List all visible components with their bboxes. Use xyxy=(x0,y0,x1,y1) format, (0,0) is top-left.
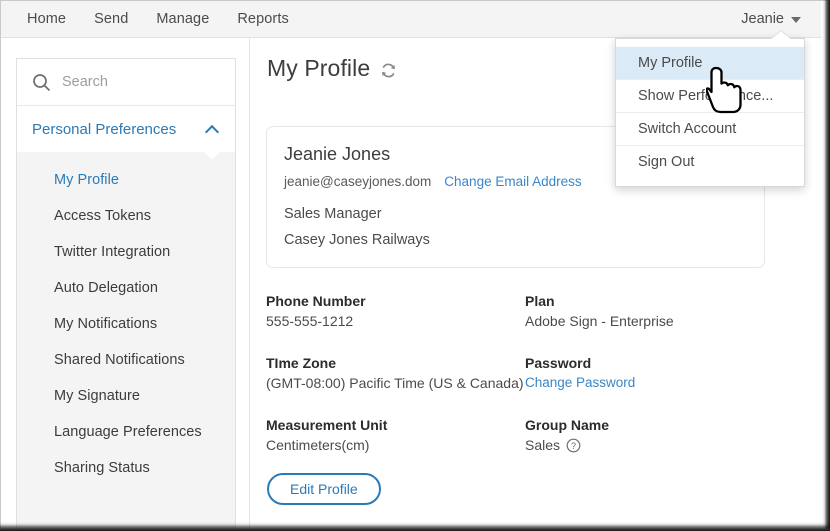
user-menu-arrow-icon xyxy=(770,31,792,40)
sidebar-item-my-signature[interactable]: My Signature xyxy=(17,378,235,414)
user-menu-trigger[interactable]: Jeanie xyxy=(741,11,801,27)
nav-item-home[interactable]: Home xyxy=(13,6,80,32)
top-nav-items: Home Send Manage Reports xyxy=(13,6,303,32)
page-title: My Profile xyxy=(267,55,371,81)
menu-item-show-performance[interactable]: Show Performance... xyxy=(616,80,804,113)
menu-item-sign-out[interactable]: Sign Out xyxy=(616,146,804,178)
nav-item-reports[interactable]: Reports xyxy=(223,6,302,32)
caret-down-icon xyxy=(791,17,801,23)
sidebar-item-sharing-status[interactable]: Sharing Status xyxy=(17,450,235,486)
detail-field-password: Password Change Password xyxy=(525,355,786,391)
detail-value: Centimeters(cm) xyxy=(266,437,525,453)
detail-value-text: (GMT-08:00) Pacific Time (US & Canada) xyxy=(266,375,524,391)
window-border-left xyxy=(0,0,1,531)
sidebar-panel: Search Personal Preferences My Profile A… xyxy=(16,58,236,531)
sidebar-section-label: Personal Preferences xyxy=(32,120,177,138)
top-navigation-bar: Home Send Manage Reports Jeanie xyxy=(1,1,821,38)
detail-value: Change Password xyxy=(525,375,786,390)
sidebar-item-shared-notifications[interactable]: Shared Notifications xyxy=(17,342,235,378)
sidebar-item-my-notifications[interactable]: My Notifications xyxy=(17,306,235,342)
sidebar: Search Personal Preferences My Profile A… xyxy=(1,38,249,531)
detail-label: Plan xyxy=(525,293,555,309)
sidebar-submenu: My Profile Access Tokens Twitter Integra… xyxy=(17,152,235,531)
detail-value-text: Centimeters(cm) xyxy=(266,437,370,453)
detail-label: Phone Number xyxy=(266,293,366,309)
change-password-link[interactable]: Change Password xyxy=(525,375,635,390)
detail-label: Password xyxy=(525,355,592,371)
sidebar-item-my-profile[interactable]: My Profile xyxy=(17,162,235,198)
detail-field-time-zone: TIme Zone (GMT-08:00) Pacific Time (US &… xyxy=(266,355,525,391)
profile-email: jeanie@caseyjones.dom xyxy=(284,174,432,189)
svg-text:?: ? xyxy=(571,441,576,451)
detail-field-plan: Plan Adobe Sign - Enterprise xyxy=(525,293,786,329)
detail-value-text: Adobe Sign - Enterprise xyxy=(525,313,674,329)
chevron-up-icon[interactable] xyxy=(206,123,219,136)
window-border-top xyxy=(0,0,830,1)
detail-label: TIme Zone xyxy=(266,355,337,371)
detail-value: Sales ? xyxy=(525,437,786,453)
search-placeholder: Search xyxy=(62,74,108,90)
sidebar-item-twitter-integration[interactable]: Twitter Integration xyxy=(17,234,235,270)
detail-value: (GMT-08:00) Pacific Time (US & Canada) xyxy=(266,375,525,391)
detail-field-group-name: Group Name Sales ? xyxy=(525,417,786,453)
app-window: Home Send Manage Reports Jeanie My Profi… xyxy=(0,0,830,531)
window-shadow-right xyxy=(822,0,830,531)
refresh-icon[interactable] xyxy=(380,62,397,79)
user-dropdown-menu: My Profile Show Performance... Switch Ac… xyxy=(615,38,805,187)
menu-item-my-profile[interactable]: My Profile xyxy=(616,47,804,80)
profile-role: Sales Manager xyxy=(284,206,382,222)
section-notch-indicator xyxy=(203,151,221,160)
detail-label: Measurement Unit xyxy=(266,417,388,433)
detail-value: 555-555-1212 xyxy=(266,313,525,329)
help-circle-icon[interactable]: ? xyxy=(566,438,581,453)
sidebar-item-language-preferences[interactable]: Language Preferences xyxy=(17,414,235,450)
profile-company: Casey Jones Railways xyxy=(284,232,430,248)
search-input[interactable]: Search xyxy=(17,59,235,106)
sidebar-item-auto-delegation[interactable]: Auto Delegation xyxy=(17,270,235,306)
detail-label: Group Name xyxy=(525,417,610,433)
sidebar-item-access-tokens[interactable]: Access Tokens xyxy=(17,198,235,234)
menu-item-switch-account[interactable]: Switch Account xyxy=(616,113,804,146)
edit-profile-button[interactable]: Edit Profile xyxy=(267,473,381,505)
detail-value-text: 555-555-1212 xyxy=(266,313,354,329)
detail-value-text: Sales xyxy=(525,437,561,453)
search-icon xyxy=(32,73,51,92)
user-name-label: Jeanie xyxy=(741,11,784,27)
nav-item-send[interactable]: Send xyxy=(80,6,142,32)
profile-details-grid: Phone Number 555-555-1212 Plan Adobe Sig… xyxy=(266,293,786,453)
nav-item-manage[interactable]: Manage xyxy=(142,6,223,32)
detail-field-phone-number: Phone Number 555-555-1212 xyxy=(266,293,525,329)
sidebar-section-personal-preferences[interactable]: Personal Preferences xyxy=(17,106,235,160)
change-email-address-link[interactable]: Change Email Address xyxy=(444,174,581,189)
detail-value: Adobe Sign - Enterprise xyxy=(525,313,786,329)
detail-field-measurement-unit: Measurement Unit Centimeters(cm) xyxy=(266,417,525,453)
